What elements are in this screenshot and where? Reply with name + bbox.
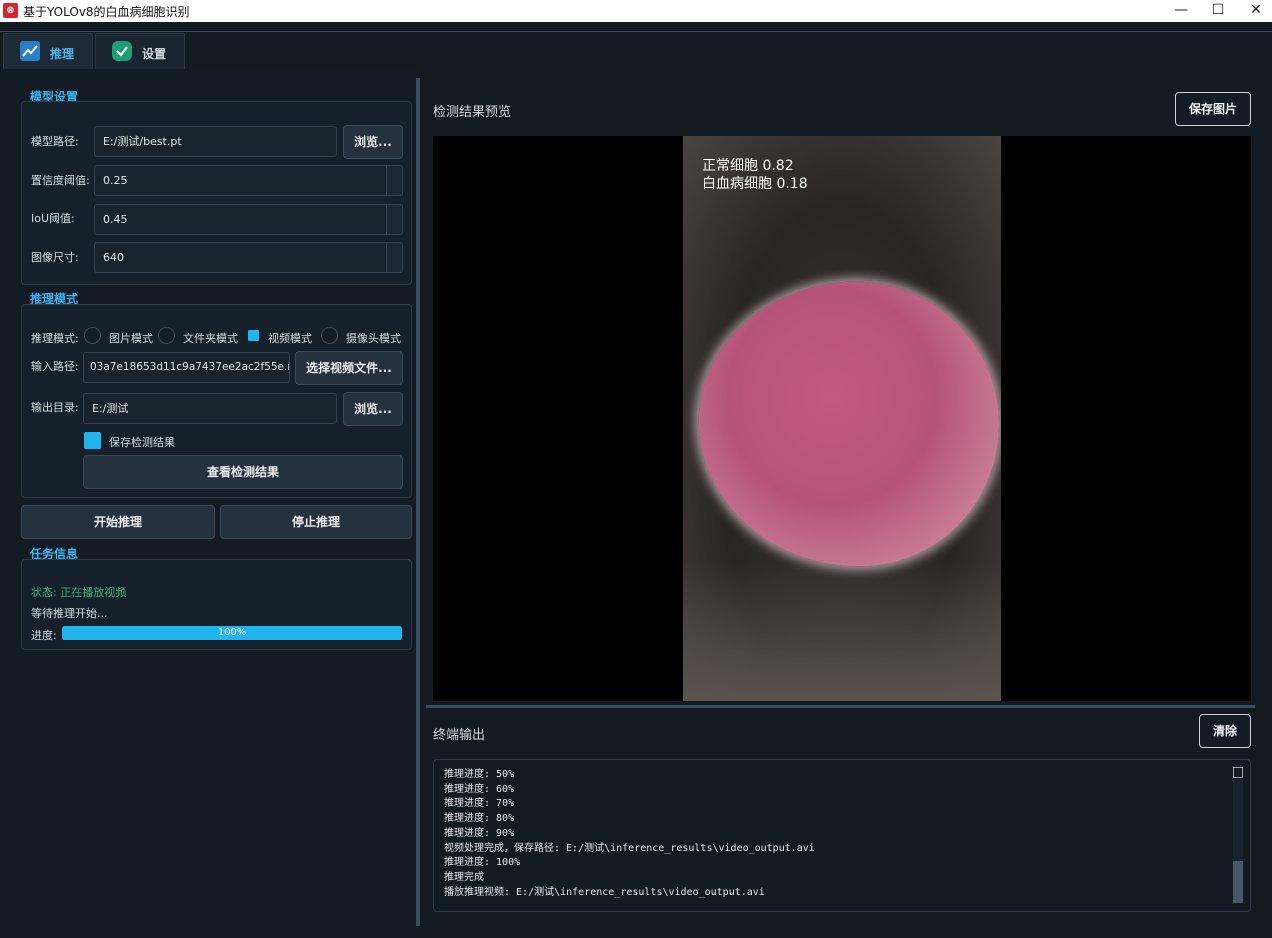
terminal-line: 视频处理完成，保存路径: E:/测试\inference_results\vid… [444, 842, 815, 854]
image-size-label: 图像尺寸: [31, 251, 79, 264]
clear-button[interactable]: 清除 [1199, 714, 1251, 748]
input-path-label: 输入路径: [31, 360, 79, 373]
terminal-line: 推理完成 [444, 871, 484, 883]
iou-threshold-spinbox[interactable]: 0.45 [94, 204, 403, 235]
iou-spin-arrows[interactable] [386, 205, 402, 234]
stop-inference-button[interactable]: 停止推理 [220, 505, 412, 539]
terminal-line: 推理进度: 60% [444, 783, 515, 795]
app-logo-icon: ⊗ [3, 3, 18, 18]
detection-label-leukemia: 白血病细胞 0.18 [702, 176, 808, 192]
view-results-button[interactable]: 查看检测结果 [83, 455, 403, 489]
terminal-output[interactable]: 推理进度: 50% 推理进度: 60% 推理进度: 70% 推理进度: 80% 推理进度… [433, 759, 1251, 912]
detection-preview: 正常细胞 0.82 白血病细胞 0.18 [433, 136, 1251, 701]
radio-folder-mode[interactable] [158, 327, 175, 344]
tab-settings[interactable]: 设置 [95, 33, 185, 69]
panel-splitter[interactable] [416, 78, 420, 926]
input-path-field[interactable]: 03a7e18653d11c9a7437ee2ac2f55e.mp4 [83, 352, 290, 383]
model-path-input[interactable]: E:/测试/best.pt [94, 126, 337, 157]
iou-threshold-label: IoU阈值: [31, 212, 75, 225]
image-size-spinbox[interactable]: 640 [94, 242, 403, 273]
model-browse-button[interactable]: 浏览... [343, 125, 403, 159]
conf-threshold-value: 0.25 [103, 174, 128, 187]
progress-label: 进度: [31, 629, 57, 642]
tab-inference[interactable]: 推理 [3, 33, 93, 69]
check-badge-icon [112, 41, 132, 61]
radio-video-mode-label: 视频模式 [268, 332, 312, 345]
progress-bar: 100% [62, 626, 402, 640]
output-dir-field[interactable]: E:/测试 [83, 393, 337, 424]
terminal-line: 推理进度: 90% [444, 827, 515, 839]
detection-label-normal: 正常细胞 0.82 [702, 158, 794, 174]
radio-camera-mode[interactable] [321, 327, 338, 344]
terminal-lines: 推理进度: 50% 推理进度: 60% 推理进度: 70% 推理进度: 80% 推理进度… [444, 768, 815, 900]
vertical-splitter[interactable] [426, 705, 1255, 708]
title-bar: ⊗ 基于YOLOv8的白血病细胞识别 — ☐ ✕ [0, 0, 1272, 22]
progress-text: 100% [217, 627, 247, 638]
mode-label: 推理模式: [31, 332, 79, 345]
conf-spin-arrows[interactable] [386, 166, 402, 195]
scroll-up-button[interactable] [1233, 767, 1243, 778]
terminal-line: 推理进度: 50% [444, 769, 515, 780]
conf-threshold-label: 置信度阈值: [31, 174, 90, 187]
radio-folder-mode-label: 文件夹模式 [183, 332, 238, 345]
save-image-button[interactable]: 保存图片 [1175, 92, 1251, 126]
terminal-line: 推理进度: 70% [444, 798, 515, 810]
save-results-label: 保存检测结果 [109, 436, 175, 449]
imgsz-spin-arrows[interactable] [386, 243, 402, 272]
terminal-line: 播放推理视频: E:/测试\inference_results\video_ou… [444, 886, 765, 898]
blood-cell [689, 271, 1001, 578]
title-divider [0, 22, 1272, 32]
window-title: 基于YOLOv8的白血病细胞识别 [23, 5, 190, 19]
start-inference-button[interactable]: 开始推理 [21, 505, 215, 539]
status-text: 状态: 正在播放视频 [31, 586, 127, 599]
chart-line-icon [20, 41, 40, 61]
radio-image-mode-label: 图片模式 [109, 332, 153, 345]
close-button[interactable]: ✕ [1233, 0, 1272, 22]
cell-image: 正常细胞 0.82 白血病细胞 0.18 [683, 136, 1001, 701]
status-message: 等待推理开始... [31, 607, 108, 620]
radio-image-mode[interactable] [84, 327, 101, 344]
terminal-line: 推理进度: 100% [444, 857, 521, 869]
terminal-line: 推理进度: 80% [444, 813, 515, 825]
image-shading [683, 561, 1001, 701]
scrollbar-thumb[interactable] [1233, 861, 1243, 903]
radio-camera-mode-label: 摄像头模式 [346, 332, 401, 345]
radio-video-mode[interactable] [248, 330, 259, 341]
save-results-checkbox[interactable] [84, 432, 101, 449]
output-dir-label: 输出目录: [31, 401, 79, 414]
tab-settings-label: 设置 [142, 47, 167, 61]
terminal-title: 终端输出 [433, 728, 486, 743]
select-video-button[interactable]: 选择视频文件... [295, 351, 403, 385]
preview-title: 检测结果预览 [433, 105, 512, 120]
model-path-label: 模型路径: [31, 135, 79, 148]
image-size-value: 640 [103, 251, 124, 264]
output-browse-button[interactable]: 浏览... [343, 392, 403, 426]
tab-inference-label: 推理 [50, 47, 75, 61]
terminal-scrollbar[interactable] [1233, 779, 1243, 903]
conf-threshold-spinbox[interactable]: 0.25 [94, 165, 403, 196]
iou-threshold-value: 0.45 [103, 213, 128, 226]
